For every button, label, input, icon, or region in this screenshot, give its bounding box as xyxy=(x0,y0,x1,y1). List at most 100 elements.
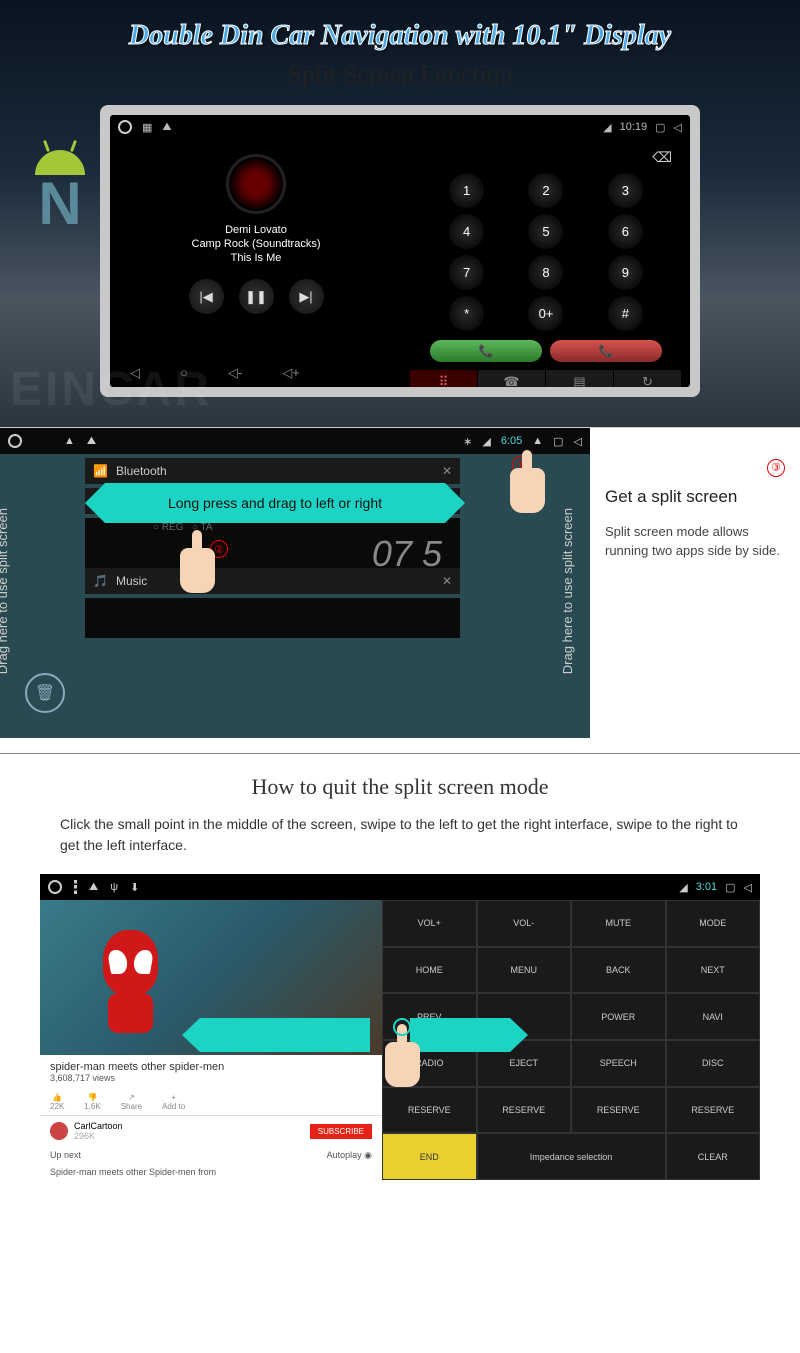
usb-icon: ψ xyxy=(110,881,118,893)
clock: 10:19 xyxy=(620,121,648,133)
desc-body: Split screen mode allows running two app… xyxy=(605,522,785,561)
split-screenshot: ▲ ⛰ ∗ ◢ 6:05 ▲ ▢ ◁ Drag here to use spli… xyxy=(0,428,590,738)
close-icon[interactable]: ✕ xyxy=(442,464,452,478)
drag-zone-left[interactable]: Drag here to use split screen xyxy=(0,508,10,674)
subscribe-button[interactable]: SUBSCRIBE xyxy=(310,1124,372,1139)
dial-4[interactable]: 4 xyxy=(449,214,484,249)
drag-instruction: Long press and drag to left or right xyxy=(105,483,445,523)
prev-button[interactable]: |◀ xyxy=(189,279,224,314)
back-button[interactable]: BACK xyxy=(571,947,666,994)
wifi-icon: ◢ xyxy=(482,435,490,448)
hand-pointer-icon xyxy=(385,1042,420,1087)
back-icon: ◁ xyxy=(674,121,682,134)
menu-button[interactable]: MENU xyxy=(477,947,572,994)
back-icon[interactable]: ◁ xyxy=(574,435,582,448)
dialer-pane: ⌫ 1 2 3 4 5 6 7 8 9 * 0+ # xyxy=(402,139,690,359)
autoplay-toggle[interactable]: Autoplay ◉ xyxy=(327,1150,372,1161)
dial-star[interactable]: * xyxy=(449,296,484,331)
hangup-button[interactable]: 📞 xyxy=(550,340,662,362)
circle-icon xyxy=(48,880,62,894)
contacts-tab[interactable]: ☎ xyxy=(478,370,546,387)
clear-button[interactable]: CLEAR xyxy=(666,1133,761,1180)
artist: Demi Lovato xyxy=(120,224,392,236)
split-instruction-section: ▲ ⛰ ∗ ◢ 6:05 ▲ ▢ ◁ Drag here to use spli… xyxy=(0,427,800,738)
power-button[interactable]: POWER xyxy=(571,993,666,1040)
mode-button[interactable]: MODE xyxy=(666,900,761,947)
download-icon: ⬇ xyxy=(130,881,139,894)
call-button[interactable]: 📞 xyxy=(430,340,542,362)
subs-count: 296K xyxy=(74,1131,123,1141)
recents-icon[interactable]: ▢ xyxy=(725,881,735,894)
navi-button[interactable]: NAVI xyxy=(666,993,761,1040)
album-art xyxy=(226,154,286,214)
dial-hash[interactable]: # xyxy=(608,296,643,331)
dial-5[interactable]: 5 xyxy=(528,214,563,249)
end-button[interactable]: END xyxy=(382,1133,477,1180)
status-bar: ▦ ⛰ ◢ 10:19 ▢ ◁ xyxy=(110,115,690,139)
card-label: Bluetooth xyxy=(116,464,167,478)
swipe-right-arrow xyxy=(410,1018,510,1052)
vol-up-button[interactable]: VOL+ xyxy=(382,900,477,947)
dial-3[interactable]: 3 xyxy=(608,173,643,208)
dislike-button[interactable]: 👎1.6K xyxy=(84,1093,100,1111)
dial-7[interactable]: 7 xyxy=(449,255,484,290)
like-button[interactable]: 👍22K xyxy=(50,1093,64,1111)
wifi-icon: ◢ xyxy=(679,881,687,894)
step-3: ③ xyxy=(767,459,785,477)
split-description: ③ Get a split screen Split screen mode a… xyxy=(590,428,800,738)
split-handle[interactable] xyxy=(393,1018,411,1036)
share-button[interactable]: ↗Share xyxy=(121,1093,142,1111)
hero-section: Double Din Car Navigation with 10.1" Dis… xyxy=(0,0,800,427)
tablet-frame: ▦ ⛰ ◢ 10:19 ▢ ◁ Demi Lovato Camp Rock (S… xyxy=(100,105,700,397)
clear-all-button[interactable]: 🗑 xyxy=(25,673,65,713)
channel-name: CarlCartoon xyxy=(74,1121,123,1131)
vol-down-button[interactable]: VOL- xyxy=(477,900,572,947)
mute-button[interactable]: MUTE xyxy=(571,900,666,947)
warning-icon: ▲ xyxy=(64,435,75,447)
history-tab[interactable]: ↻ xyxy=(614,370,682,387)
close-icon[interactable]: ✕ xyxy=(442,574,452,588)
dial-1[interactable]: 1 xyxy=(449,173,484,208)
channel-avatar xyxy=(50,1122,68,1140)
card-label: Music xyxy=(116,574,147,588)
reserve-button[interactable]: RESERVE xyxy=(666,1087,761,1134)
book-tab[interactable]: ▤ xyxy=(546,370,614,387)
dial-2[interactable]: 2 xyxy=(528,173,563,208)
eject-icon: ▲ xyxy=(532,435,543,447)
backspace-button[interactable]: ⌫ xyxy=(410,147,682,168)
back-icon[interactable]: ◁ xyxy=(744,881,752,894)
app-card-bluetooth[interactable]: 📶Bluetooth✕ xyxy=(85,458,460,484)
circle-icon xyxy=(118,120,132,134)
reserve-button[interactable]: RESERVE xyxy=(477,1087,572,1134)
reserve-button[interactable]: RESERVE xyxy=(382,1087,477,1134)
vol-up[interactable]: ◁+ xyxy=(282,365,300,381)
desc-title: Get a split screen xyxy=(605,487,785,507)
spiderman-character xyxy=(80,930,180,1040)
apps-icon: ▦ xyxy=(142,121,152,134)
dialpad-tab[interactable]: ⠿ xyxy=(410,370,478,387)
dial-9[interactable]: 9 xyxy=(608,255,643,290)
dialpad: 1 2 3 4 5 6 7 8 9 * 0+ # xyxy=(410,168,682,336)
reserve-button[interactable]: RESERVE xyxy=(571,1087,666,1134)
bluetooth-icon: ∗ xyxy=(463,435,472,448)
recents-icon[interactable]: ▢ xyxy=(553,435,563,448)
vol-down[interactable]: ◁- xyxy=(228,365,242,381)
dial-0[interactable]: 0+ xyxy=(528,296,563,331)
picture-icon: ⛰ xyxy=(89,881,98,894)
radio-preview: ○ REG ○ TA 07 5 xyxy=(85,518,460,568)
impedance-button[interactable]: Impedance selection xyxy=(477,1133,666,1180)
disc-button[interactable]: DISC xyxy=(666,1040,761,1087)
home-button[interactable]: HOME xyxy=(382,947,477,994)
dial-8[interactable]: 8 xyxy=(528,255,563,290)
square-icon: ▢ xyxy=(655,121,665,134)
dial-6[interactable]: 6 xyxy=(608,214,643,249)
swipe-left-arrow xyxy=(200,1018,370,1052)
hero-subtitle: Split Screen Function xyxy=(15,60,785,90)
hand-pointer-icon xyxy=(510,468,545,513)
next-button[interactable]: NEXT xyxy=(666,947,761,994)
drag-zone-right[interactable]: Drag here to use split screen xyxy=(560,508,575,674)
add-button[interactable]: +Add to xyxy=(162,1093,185,1111)
speech-button[interactable]: SPEECH xyxy=(571,1040,666,1087)
pause-button[interactable]: ❚❚ xyxy=(239,279,274,314)
next-button[interactable]: ▶| xyxy=(289,279,324,314)
